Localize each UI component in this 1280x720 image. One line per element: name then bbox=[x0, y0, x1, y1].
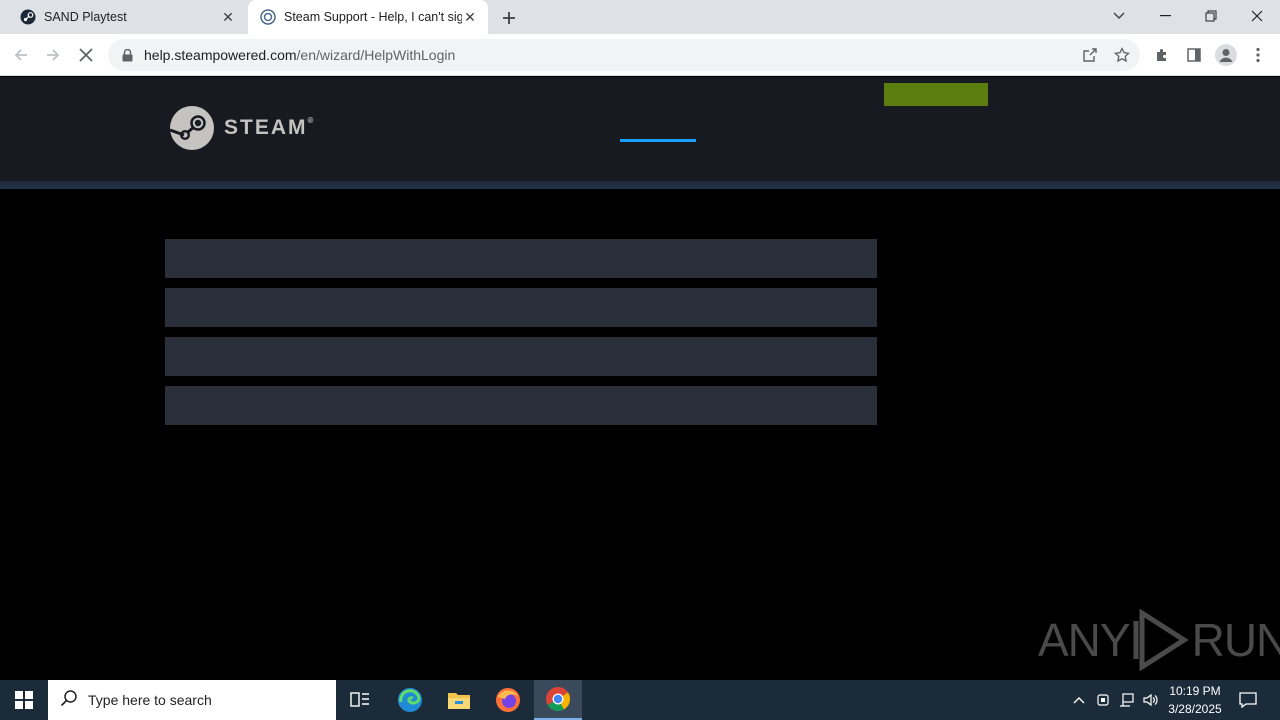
chevron-up-icon bbox=[1073, 697, 1085, 704]
search-icon bbox=[60, 689, 78, 712]
tab-title: Steam Support - Help, I can't sig bbox=[284, 10, 462, 24]
steam-logo-text: STEAM® bbox=[224, 116, 316, 139]
tab-title: SAND Playtest bbox=[44, 10, 127, 24]
edge-icon bbox=[398, 688, 422, 712]
windows-taskbar: Type here to search 10:19 PM 3/28/2025 bbox=[0, 680, 1280, 720]
taskbar-search-box[interactable]: Type here to search bbox=[48, 680, 336, 720]
registered-mark: ® bbox=[307, 116, 316, 125]
browser-toolbar: help.steampowered.com/en/wizard/HelpWith… bbox=[0, 34, 1280, 76]
menu-icon[interactable] bbox=[1245, 42, 1271, 68]
task-view-button[interactable] bbox=[336, 680, 384, 720]
url-host: help.steampowered.com bbox=[144, 47, 297, 63]
watermark-left: ANY bbox=[1038, 614, 1131, 666]
chrome-icon bbox=[546, 687, 570, 712]
help-option-placeholder[interactable] bbox=[165, 288, 877, 327]
chrome-app-button[interactable] bbox=[534, 680, 582, 720]
tab-search-button[interactable] bbox=[1096, 0, 1142, 32]
new-tab-button[interactable] bbox=[498, 7, 520, 29]
notifications-button[interactable] bbox=[1234, 680, 1262, 720]
network-icon bbox=[1120, 693, 1134, 707]
system-clock[interactable]: 10:19 PM 3/28/2025 bbox=[1160, 682, 1230, 718]
nav-active-indicator bbox=[620, 139, 696, 142]
stop-loading-button[interactable] bbox=[73, 42, 99, 68]
close-icon[interactable]: ✕ bbox=[462, 9, 478, 25]
anyrun-watermark: ANY RUN bbox=[1038, 608, 1280, 672]
lock-icon[interactable] bbox=[120, 48, 134, 62]
address-bar[interactable]: help.steampowered.com/en/wizard/HelpWith… bbox=[108, 39, 1140, 71]
play-logo-icon bbox=[1133, 609, 1189, 671]
steam-logo[interactable]: STEAM® bbox=[170, 106, 315, 150]
file-explorer-button[interactable] bbox=[435, 680, 483, 720]
folder-icon bbox=[448, 693, 470, 709]
url-path: /en/wizard/HelpWithLogin bbox=[296, 47, 456, 63]
watermark-right: RUN bbox=[1191, 614, 1280, 666]
restore-button[interactable] bbox=[1188, 0, 1234, 32]
network-button[interactable] bbox=[1116, 680, 1138, 720]
back-button[interactable] bbox=[8, 42, 34, 68]
web-page: STEAM® bbox=[0, 77, 1280, 680]
steam-logo-icon bbox=[170, 106, 214, 150]
help-option-placeholder[interactable] bbox=[165, 239, 877, 278]
edge-app-button[interactable] bbox=[386, 680, 434, 720]
meet-now-button[interactable] bbox=[1092, 680, 1114, 720]
notification-icon bbox=[1239, 692, 1257, 708]
bookmark-star-icon[interactable] bbox=[1109, 42, 1135, 68]
device-icon bbox=[1097, 694, 1109, 706]
install-steam-button[interactable] bbox=[884, 83, 988, 106]
steam-icon bbox=[20, 9, 36, 25]
steam-support-icon bbox=[260, 9, 276, 25]
side-panel-icon[interactable] bbox=[1181, 42, 1207, 68]
help-option-placeholder[interactable] bbox=[165, 386, 877, 425]
steam-header: STEAM® bbox=[0, 77, 1280, 181]
tab-strip: SAND Playtest ✕ Steam Support - Help, I … bbox=[0, 0, 1280, 34]
forward-button[interactable] bbox=[40, 42, 66, 68]
help-option-placeholder[interactable] bbox=[165, 337, 877, 376]
tab-steam-support[interactable]: Steam Support - Help, I can't sig ✕ bbox=[248, 0, 488, 34]
start-button[interactable] bbox=[0, 680, 48, 720]
close-window-button[interactable] bbox=[1234, 0, 1280, 32]
minimize-button[interactable] bbox=[1142, 0, 1188, 32]
share-icon[interactable] bbox=[1077, 42, 1103, 68]
speaker-icon bbox=[1143, 693, 1158, 707]
firefox-icon bbox=[496, 688, 520, 712]
profile-avatar[interactable] bbox=[1213, 42, 1239, 68]
firefox-app-button[interactable] bbox=[484, 680, 532, 720]
windows-icon bbox=[15, 691, 33, 709]
close-icon[interactable]: ✕ bbox=[220, 9, 236, 25]
volume-button[interactable] bbox=[1140, 680, 1162, 720]
header-gradient-bar bbox=[0, 181, 1280, 189]
tab-sand-playtest[interactable]: SAND Playtest ✕ bbox=[8, 0, 246, 34]
clock-date: 3/28/2025 bbox=[1168, 702, 1222, 716]
clock-time: 10:19 PM bbox=[1169, 684, 1221, 698]
search-placeholder: Type here to search bbox=[88, 692, 212, 708]
extensions-icon[interactable] bbox=[1149, 42, 1175, 68]
show-hidden-icons-button[interactable] bbox=[1068, 680, 1090, 720]
task-view-icon bbox=[350, 692, 369, 707]
url-text: help.steampowered.com/en/wizard/HelpWith… bbox=[144, 47, 455, 63]
